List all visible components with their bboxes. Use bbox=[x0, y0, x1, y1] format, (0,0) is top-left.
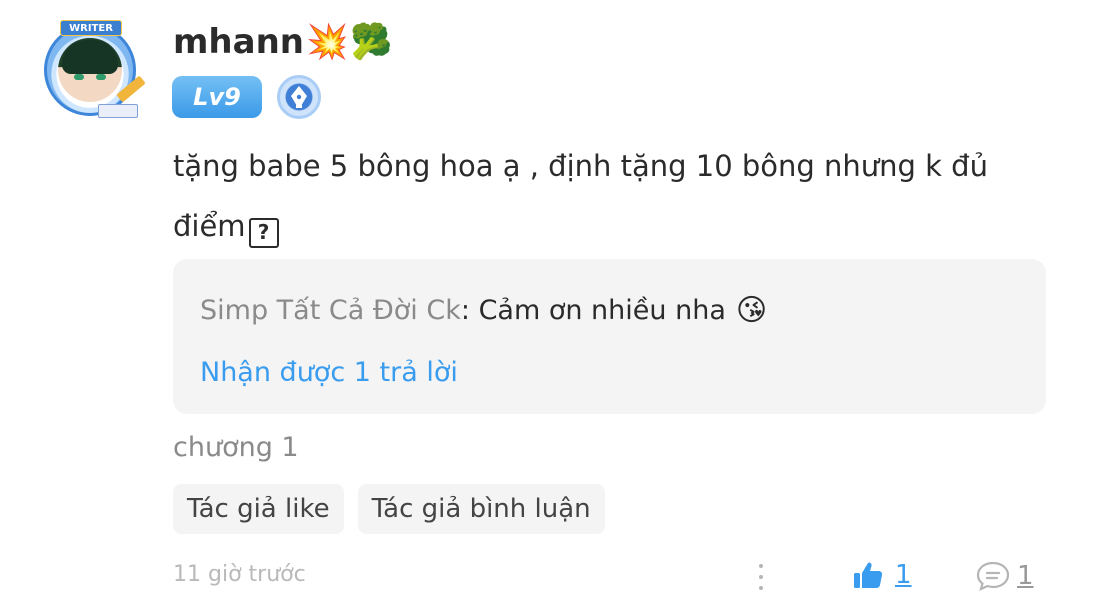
reply-button[interactable]: 1 bbox=[975, 560, 1034, 592]
comment-footer: 11 giờ trước 1 1 bbox=[173, 560, 1043, 594]
collision-emoji: 💥 bbox=[306, 22, 349, 62]
level-badge: Lv9 bbox=[172, 76, 262, 118]
reply-preview[interactable]: Simp Tất Cả Đời Ck: Cảm ơn nhiều nha 😘 N… bbox=[173, 259, 1046, 414]
tag-author-comment: Tác giả bình luận bbox=[357, 484, 605, 534]
avatar-writer-banner: WRITER bbox=[60, 20, 122, 36]
book-icon bbox=[98, 104, 138, 118]
thumbs-up-icon bbox=[854, 562, 883, 588]
more-options-icon[interactable] bbox=[751, 560, 771, 594]
reply-separator: : bbox=[460, 295, 479, 326]
comment-body: tặng babe 5 bông hoa ạ , định tặng 10 bô… bbox=[173, 136, 1053, 256]
user-badges: Lv9 bbox=[172, 75, 321, 119]
avatar[interactable]: WRITER bbox=[38, 18, 148, 122]
author-tags: Tác giả like Tác giả bình luận bbox=[173, 484, 619, 534]
reply-count: 1 bbox=[1017, 561, 1034, 591]
broccoli-emoji: 🥦 bbox=[350, 22, 393, 62]
username-row: mhann 💥 🥦 bbox=[173, 18, 393, 66]
comment-bubble-icon bbox=[976, 561, 1010, 591]
comment-text-line: tặng babe 5 bông hoa ạ , định tặng 10 bô… bbox=[173, 149, 988, 183]
avatar-image bbox=[58, 38, 122, 102]
like-button[interactable]: 1 bbox=[853, 560, 912, 590]
comment-card: WRITER mhann 💥 🥦 Lv9 tặng babe 5 bông ho… bbox=[0, 0, 1099, 600]
reply-text: Cảm ơn nhiều nha bbox=[478, 295, 726, 326]
unknown-glyph-icon: ? bbox=[248, 218, 279, 248]
timestamp: 11 giờ trước bbox=[173, 562, 306, 587]
pen-nib-icon bbox=[277, 75, 321, 119]
kiss-emoji: 😘 bbox=[735, 293, 768, 328]
reply-author[interactable]: Simp Tất Cả Đời Ck bbox=[200, 295, 461, 326]
like-count: 1 bbox=[895, 560, 912, 590]
comment-text-line: điểm? bbox=[173, 196, 1053, 256]
reply-preview-line: Simp Tất Cả Đời Ck: Cảm ơn nhiều nha 😘 bbox=[200, 293, 767, 328]
chapter-label[interactable]: chương 1 bbox=[173, 432, 299, 463]
view-replies-link[interactable]: Nhận được 1 trả lời bbox=[200, 357, 458, 388]
tag-author-like: Tác giả like bbox=[173, 484, 344, 534]
username[interactable]: mhann bbox=[173, 22, 304, 62]
